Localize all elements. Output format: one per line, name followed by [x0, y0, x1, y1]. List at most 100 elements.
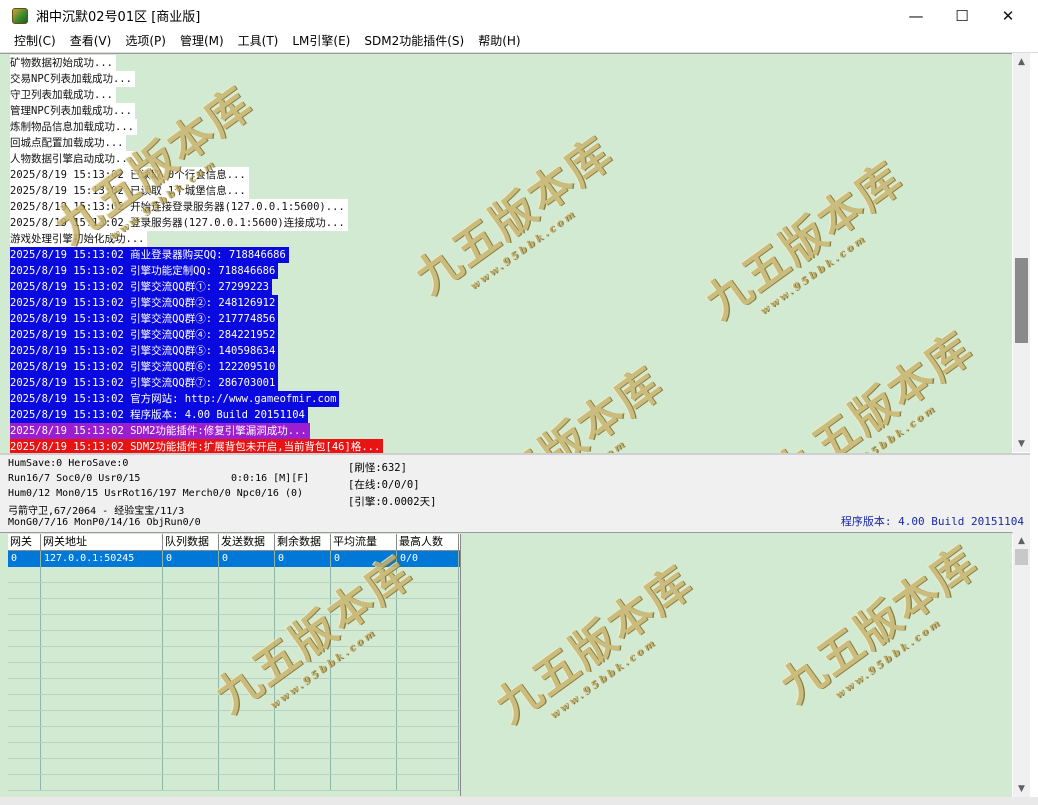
scroll-up-icon[interactable]: ▲: [1013, 53, 1030, 70]
table-cell-empty: [163, 695, 219, 710]
col-max-users[interactable]: 最高人数: [397, 534, 459, 550]
table-cell-empty: [397, 647, 459, 662]
table-cell-empty: [331, 599, 397, 614]
log-line: 2025/8/19 15:13:02 商业登录器购买QQ: 718846686: [10, 247, 383, 263]
menu-lm-engine[interactable]: LM引擎(E): [285, 31, 357, 52]
table-cell-empty: [8, 775, 41, 790]
app-icon: [12, 7, 28, 24]
menu-view[interactable]: 查看(V): [63, 31, 119, 52]
log-line: 2025/8/19 15:13:02 引擎交流QQ群⑤: 140598634: [10, 343, 383, 359]
log-line-text: 2025/8/19 15:13:02 引擎交流QQ群⑥: 122209510: [10, 359, 279, 375]
scroll-up-icon[interactable]: ▲: [1013, 532, 1030, 549]
log-line-text: 回城点配置加载成功...: [10, 135, 127, 151]
log-line-text: 2025/8/19 15:13:02 引擎交流QQ群①: 27299223: [10, 279, 272, 295]
log-line: 交易NPC列表加载成功...: [10, 71, 383, 87]
table-cell-empty: [397, 727, 459, 742]
log-line: 2025/8/19 15:13:02 开始连接登录服务器(127.0.0.1:5…: [10, 199, 383, 215]
table-cell-empty: [8, 743, 41, 758]
log-pane[interactable]: 矿物数据初始成功... 交易NPC列表加载成功... 守卫列表加载成功... 管理NP…: [0, 53, 1012, 453]
log-line-text: 2025/8/19 15:13:02 SDM2功能插件:修复引擎漏洞成功...: [10, 423, 310, 439]
scroll-down-icon[interactable]: ▼: [1013, 435, 1030, 452]
table-cell-empty: [41, 567, 163, 582]
table-cell-empty: [275, 631, 331, 646]
table-cell-empty: [219, 775, 275, 790]
log-line-text: 2025/8/19 15:13:02 商业登录器购买QQ: 718846686: [10, 247, 289, 263]
table-row[interactable]: 0 127.0.0.1:50245 0 0 0 0 0/0: [8, 551, 460, 567]
table-cell-empty: [163, 727, 219, 742]
table-cell-empty: [219, 743, 275, 758]
menu-bar: 控制(C) 查看(V) 选项(P) 管理(M) 工具(T) LM引擎(E) SD…: [0, 31, 1038, 53]
log-line-text: 炼制物品信息加载成功...: [10, 119, 137, 135]
col-gateway[interactable]: 网关: [8, 534, 41, 550]
table-cell-empty: [397, 567, 459, 582]
col-gateway-address[interactable]: 网关地址: [41, 534, 163, 550]
cell-gateway: 0: [8, 551, 41, 567]
log-line: 2025/8/19 15:13:02 引擎交流QQ群⑦: 286703001: [10, 375, 383, 391]
scroll-down-icon[interactable]: ▼: [1013, 780, 1030, 797]
log-line: 炼制物品信息加载成功...: [10, 119, 383, 135]
scroll-thumb[interactable]: [1015, 258, 1028, 343]
col-sent-data[interactable]: 发送数据: [219, 534, 275, 550]
minimize-button[interactable]: —: [893, 0, 939, 31]
table-scrollbar[interactable]: ▲ ▼: [1013, 532, 1030, 797]
table-cell-empty: [219, 599, 275, 614]
table-cell-empty: [331, 615, 397, 630]
table-cell-empty: [41, 647, 163, 662]
menu-control[interactable]: 控制(C): [0, 31, 63, 52]
table-cell-empty: [219, 711, 275, 726]
table-header: 网关 网关地址 队列数据 发送数据 剩余数据 平均流量 最高人数: [8, 534, 460, 551]
table-cell-empty: [8, 631, 41, 646]
log-scrollbar[interactable]: ▲ ▼: [1013, 53, 1030, 452]
col-avg-traffic[interactable]: 平均流量: [331, 534, 397, 550]
status-monsters: 弓箭守卫,67/2064 - 经验宝宝/11/3: [8, 506, 185, 517]
log-line-text: 2025/8/19 15:13:02 登录服务器(127.0.0.1:5600)…: [10, 215, 348, 231]
log-line: 2025/8/19 15:13:02 引擎交流QQ群⑥: 122209510: [10, 359, 383, 375]
table-cell-empty: [275, 759, 331, 774]
table-cell-empty: [41, 727, 163, 742]
close-button[interactable]: ✕: [985, 0, 1031, 31]
menu-manage[interactable]: 管理(M): [173, 31, 231, 52]
table-cell-empty: [219, 583, 275, 598]
table-cell-empty: [219, 663, 275, 678]
log-line-text: 2025/8/19 15:13:02 已读取 1个城堡信息...: [10, 183, 249, 199]
table-row-empty: [8, 663, 460, 679]
log-line: 2025/8/19 15:13:02 已读取 0个行会信息...: [10, 167, 383, 183]
watermark: 九五版本库www.95bbk.com: [406, 127, 623, 305]
table-cell-empty: [275, 647, 331, 662]
table-cell-empty: [41, 759, 163, 774]
log-line: 守卫列表加载成功...: [10, 87, 383, 103]
log-line: 游戏处理引擎初始化成功...: [10, 231, 383, 247]
menu-options[interactable]: 选项(P): [118, 31, 173, 52]
log-line: 2025/8/19 15:13:02 SDM2功能插件:修复引擎漏洞成功...: [10, 423, 383, 439]
log-line-text: 游戏处理引擎初始化成功...: [10, 231, 148, 247]
maximize-button[interactable]: ☐: [939, 0, 985, 31]
table-cell-empty: [41, 599, 163, 614]
table-cell-empty: [8, 615, 41, 630]
status-save: HumSave:0 HeroSave:0: [8, 458, 129, 469]
table-cell-empty: [41, 695, 163, 710]
gateway-table[interactable]: 网关 网关地址 队列数据 发送数据 剩余数据 平均流量 最高人数 0 127.0…: [8, 534, 461, 796]
table-row-empty: [8, 695, 460, 711]
table-row-empty: [8, 759, 460, 775]
table-cell-empty: [8, 647, 41, 662]
table-cell-empty: [163, 615, 219, 630]
table-cell-empty: [219, 759, 275, 774]
log-line-text: 守卫列表加载成功...: [10, 87, 116, 103]
table-row-empty: [8, 711, 460, 727]
log-line-text: 2025/8/19 15:13:02 引擎功能定制QQ: 718846686: [10, 263, 279, 279]
table-cell-empty: [163, 599, 219, 614]
log-line: 2025/8/19 15:13:02 引擎交流QQ群②: 248126912: [10, 295, 383, 311]
table-cell-empty: [219, 695, 275, 710]
col-remaining-data[interactable]: 剩余数据: [275, 534, 331, 550]
menu-help[interactable]: 帮助(H): [471, 31, 527, 52]
log-list: 矿物数据初始成功... 交易NPC列表加载成功... 守卫列表加载成功... 管理NP…: [10, 55, 384, 453]
cell-avg-traffic: 0: [331, 551, 397, 567]
scroll-thumb[interactable]: [1015, 549, 1028, 565]
menu-tools[interactable]: 工具(T): [231, 31, 286, 52]
table-cell-empty: [163, 743, 219, 758]
menu-sdm2-plugin[interactable]: SDM2功能插件(S): [357, 31, 471, 52]
table-cell-empty: [8, 567, 41, 582]
table-row-empty: [8, 727, 460, 743]
col-queue-data[interactable]: 队列数据: [163, 534, 219, 550]
table-cell-empty: [8, 711, 41, 726]
